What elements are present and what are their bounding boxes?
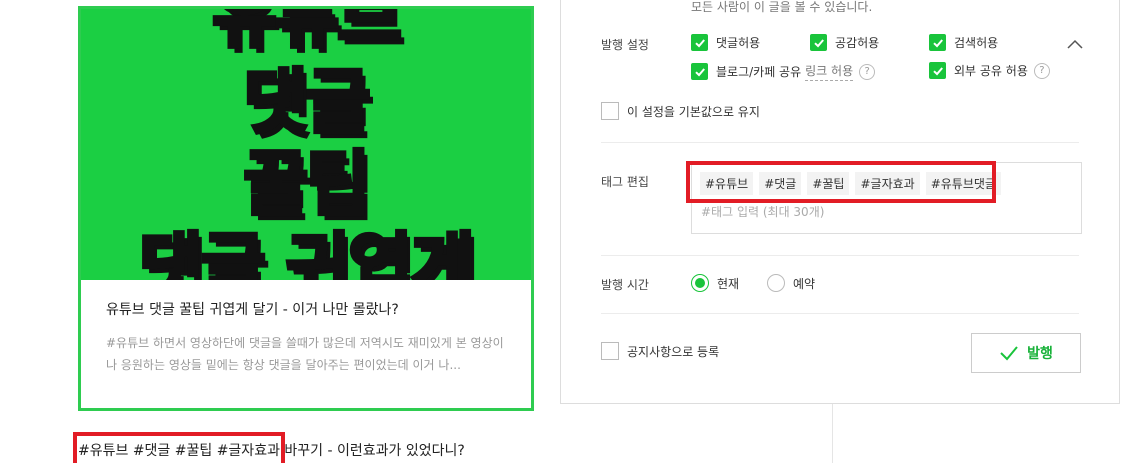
thumbnail-text-line: 꿀팁 [242, 143, 373, 225]
checkbox-unchecked-icon [601, 102, 619, 120]
tag-input[interactable]: #태그 입력 (최대 30개) [701, 203, 824, 220]
chevron-up-icon[interactable] [1066, 38, 1084, 50]
checkbox-checked-icon [929, 34, 946, 51]
allow-search-checkbox[interactable]: 검색허용 [929, 34, 998, 51]
preview-title: 유튜브 댓글 꿀팁 귀엽게 달기 - 이거 나만 몰랐나? [106, 302, 399, 318]
blog-editor-screen: 유튜브 댓글 꿀팁 댓글 귀엽게 유튜브 댓글 꿀팁 귀엽게 달기 - 이거 나… [0, 0, 1121, 463]
checkbox-checked-icon [810, 34, 827, 51]
highlight-box-title-tags [73, 432, 285, 463]
radio-selected-icon [691, 274, 709, 292]
thumbnail-text-line: 댓글 [242, 61, 373, 143]
checkbox-unchecked-icon [601, 342, 619, 360]
highlight-box-tags [686, 161, 996, 203]
publish-button[interactable]: 발행 [971, 333, 1081, 373]
blog-cafe-share-checkbox[interactable]: 블로그/카페 공유 링크 허용 ? [691, 62, 876, 81]
check-icon [1000, 346, 1018, 361]
checkbox-checked-icon [929, 62, 946, 79]
thumbnail-image: 유튜브 댓글 꿀팁 댓글 귀엽게 [81, 9, 531, 280]
publish-button-label: 발행 [1027, 346, 1053, 362]
tag-edit-label: 태그 편집 [601, 175, 649, 189]
help-icon[interactable]: ? [859, 63, 876, 80]
allow-likes-checkbox[interactable]: 공감허용 [810, 34, 879, 51]
publish-time-label: 발행 시간 [601, 278, 649, 292]
link-allow-select[interactable]: 링크 허용 [805, 62, 854, 81]
preview-body: 유튜브 댓글 꿀팁 귀엽게 달기 - 이거 나만 몰랐나? #유튜브 하면서 영… [81, 280, 531, 408]
radio-label: 예약 [793, 276, 816, 291]
time-reserve-radio[interactable]: 예약 [767, 274, 815, 292]
visibility-note: 모든 사람이 이 글을 볼 수 있습니다. [691, 0, 873, 14]
allow-comments-checkbox[interactable]: 댓글허용 [691, 34, 760, 51]
divider [601, 142, 1079, 143]
post-preview-card[interactable]: 유튜브 댓글 꿀팁 댓글 귀엽게 유튜브 댓글 꿀팁 귀엽게 달기 - 이거 나… [78, 6, 534, 411]
thumbnail-text-line: 댓글 귀엽게 [137, 225, 477, 280]
radio-unselected-icon [767, 274, 785, 292]
help-icon[interactable]: ? [1033, 62, 1050, 79]
preview-description: #유튜브 하면서 영상하단에 댓글을 쓸때가 많은데 저역시도 재미있게 본 영… [106, 336, 504, 372]
keep-default-checkbox[interactable]: 이 설정을 기본값으로 유지 [601, 102, 760, 120]
checkbox-label: 댓글허용 [716, 36, 761, 50]
divider [601, 255, 1079, 256]
checkbox-label: 검색허용 [954, 36, 999, 50]
background-area [832, 404, 1121, 463]
checkbox-checked-icon [691, 63, 708, 80]
checkbox-label: 공지사항으로 등록 [627, 344, 720, 359]
time-now-radio[interactable]: 현재 [691, 274, 739, 292]
notice-checkbox[interactable]: 공지사항으로 등록 [601, 342, 719, 360]
radio-label: 현재 [717, 276, 740, 291]
checkbox-label: 블로그/카페 공유 [716, 65, 802, 79]
checkbox-label: 공감허용 [835, 36, 880, 50]
publish-settings-label: 발행 설정 [601, 38, 649, 52]
checkbox-checked-icon [691, 34, 708, 51]
external-share-checkbox[interactable]: 외부 공유 허용 ? [929, 62, 1050, 79]
checkbox-label: 이 설정을 기본값으로 유지 [627, 104, 760, 119]
divider [601, 313, 1079, 314]
thumbnail-text-line: 유튜브 [210, 9, 403, 57]
checkbox-label: 외부 공유 허용 [954, 64, 1028, 78]
